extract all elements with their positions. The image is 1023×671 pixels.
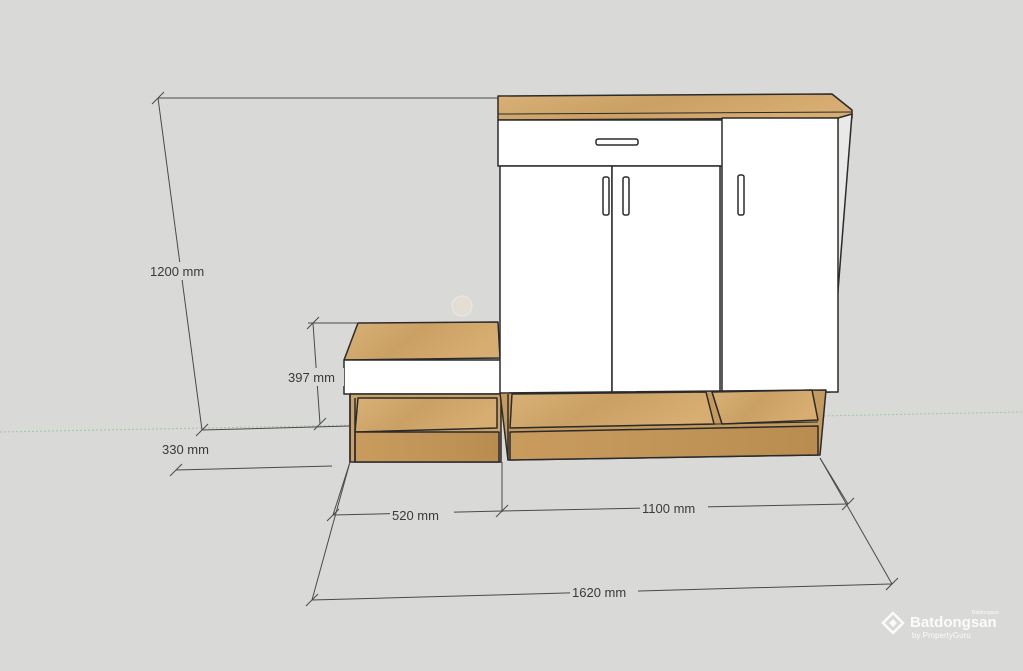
bench-unit xyxy=(343,321,502,463)
brand-trademark: Batdongsan xyxy=(972,610,999,616)
door-middle-handle xyxy=(622,176,630,216)
door-left-handle xyxy=(602,176,610,216)
door-right-handle xyxy=(737,174,745,216)
cabinet-top xyxy=(497,93,853,121)
bench-drawer xyxy=(343,359,502,395)
bench-top xyxy=(343,321,501,361)
label-cabinet-width: 1100 mm xyxy=(642,501,695,516)
label-bench-width: 520 mm xyxy=(392,508,439,523)
label-bench-depth: 330 mm xyxy=(162,442,209,457)
center-watermark xyxy=(451,295,473,317)
bench-bottom-board xyxy=(354,431,500,463)
brand-tagline: by PropertyGuru xyxy=(912,631,971,640)
shoe-cabinet-diagram: 1200 mm 397 mm 330 mm 520 mm 1100 mm 162… xyxy=(0,91,1023,640)
brand-name: Batdongsan xyxy=(910,614,997,631)
door-left xyxy=(499,165,613,395)
brand-watermark: Batdongsan by PropertyGuru Batdongsan xyxy=(881,610,999,640)
furniture xyxy=(343,93,853,463)
label-total-width: 1620 mm xyxy=(572,585,626,600)
cabinet-base-board xyxy=(509,425,819,461)
door-right xyxy=(721,117,839,393)
cabinet-base-floor-right xyxy=(711,389,819,425)
tall-cabinet xyxy=(497,93,853,461)
center-watermark-icon xyxy=(451,295,473,317)
label-bench-height: 397 mm xyxy=(288,370,335,385)
bench-shelf-floor xyxy=(354,397,498,433)
cabinet-base-floor-left xyxy=(509,391,715,429)
label-height-total: 1200 mm xyxy=(150,264,204,279)
drawer-handle xyxy=(595,138,639,146)
